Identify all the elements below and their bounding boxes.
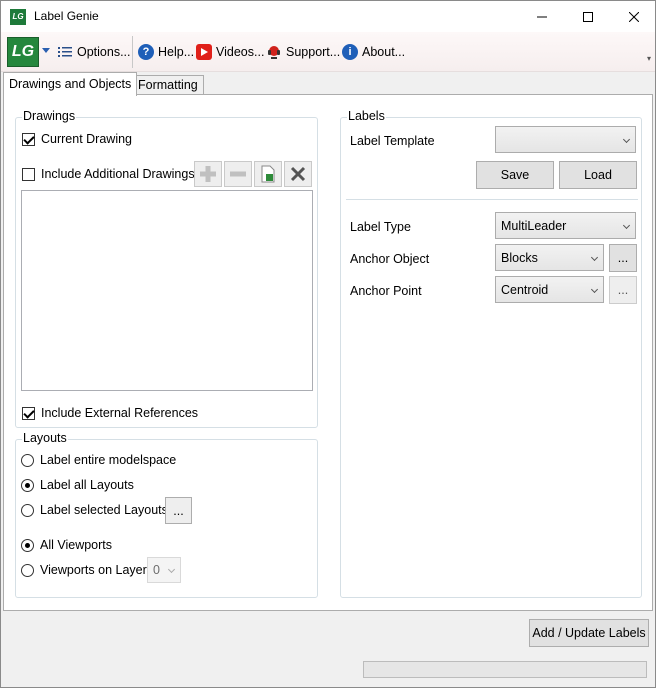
add-drawing-button[interactable] [194, 161, 222, 187]
label-type-label: Label Type [350, 220, 411, 234]
anchor-object-dropdown[interactable]: Blocks [495, 244, 604, 271]
include-external-references-checkbox[interactable]: Include External References [22, 406, 198, 420]
labels-group-title: Labels [347, 109, 386, 123]
anchor-object-browse-button[interactable]: ... [609, 244, 637, 272]
label-template-dropdown[interactable] [495, 126, 636, 153]
add-from-sheetset-button[interactable] [254, 161, 282, 187]
chevron-down-icon [622, 135, 631, 143]
radio-circle [21, 538, 34, 552]
video-play-icon [196, 44, 212, 60]
support-label: Support... [286, 45, 341, 59]
about-button[interactable]: i About... [342, 42, 405, 62]
radio-circle [21, 478, 34, 492]
headset-icon [266, 44, 282, 60]
app-menu-dropdown-icon[interactable] [42, 48, 50, 53]
options-label: Options... [77, 45, 131, 59]
checkbox-box [22, 167, 35, 181]
tab-formatting[interactable]: Formatting [132, 75, 204, 96]
viewports-on-layer-radio[interactable]: Viewports on Layer [21, 563, 147, 577]
label-all-layouts-label: Label all Layouts [40, 478, 134, 492]
label-all-layouts-radio[interactable]: Label all Layouts [21, 478, 134, 492]
label-template-label: Label Template [350, 134, 435, 148]
current-drawing-checkbox[interactable]: Current Drawing [22, 132, 132, 146]
help-label: Help... [158, 45, 195, 59]
all-viewports-label: All Viewports [40, 538, 113, 552]
maximize-icon [583, 11, 593, 22]
x-delete-icon [290, 166, 306, 182]
label-entire-modelspace-label: Label entire modelspace [40, 453, 177, 467]
anchor-object-label: Anchor Object [350, 252, 430, 266]
window-title: Label Genie [34, 9, 99, 23]
remove-drawing-button[interactable] [224, 161, 252, 187]
include-additional-drawings-label: Include Additional Drawings [41, 167, 195, 181]
viewport-layer-value: 0 [153, 563, 160, 577]
additional-drawings-list[interactable] [21, 190, 313, 391]
radio-circle [21, 453, 34, 467]
sheet-file-icon [261, 165, 275, 183]
help-button[interactable]: ? Help... [138, 42, 194, 62]
checkbox-box [22, 406, 35, 420]
tab-strip: Drawings and Objects Formatting [1, 72, 655, 96]
title-bar: LG Label Genie [1, 1, 655, 32]
chevron-down-icon [590, 285, 599, 293]
label-entire-modelspace-radio[interactable]: Label entire modelspace [21, 453, 176, 467]
save-template-button[interactable]: Save [476, 161, 554, 189]
minimize-icon [537, 16, 547, 17]
chevron-down-icon [590, 253, 599, 261]
drawings-group-title: Drawings [22, 109, 77, 123]
layouts-group-title: Layouts [22, 431, 68, 445]
anchor-point-dropdown[interactable]: Centroid [495, 276, 604, 303]
anchor-point-browse-button[interactable]: ... [609, 276, 637, 304]
include-additional-drawings-checkbox[interactable]: Include Additional Drawings [22, 167, 195, 181]
app-window: LG Label Genie LG Options... ? Help... V… [0, 0, 656, 688]
close-icon [629, 11, 639, 22]
chevron-down-icon [167, 565, 176, 574]
tab-drawings-and-objects[interactable]: Drawings and Objects [3, 72, 138, 96]
support-button[interactable]: Support... [266, 42, 340, 62]
clear-drawings-button[interactable] [284, 161, 312, 187]
videos-label: Videos... [216, 45, 265, 59]
progress-bar [363, 661, 647, 678]
help-icon: ? [138, 44, 154, 60]
plus-icon [200, 166, 216, 182]
label-selected-layouts-label: Label selected Layouts [40, 503, 168, 517]
anchor-point-value: Centroid [501, 282, 549, 297]
app-menu-button[interactable]: LG [7, 37, 39, 67]
toolbar: LG Options... ? Help... Videos... Suppor… [1, 32, 655, 72]
include-external-references-label: Include External References [41, 406, 199, 420]
all-viewports-radio[interactable]: All Viewports [21, 538, 112, 552]
anchor-object-value: Blocks [501, 250, 538, 265]
radio-circle [21, 503, 34, 517]
viewport-layer-dropdown[interactable]: 0 [147, 557, 181, 583]
info-icon: i [342, 44, 358, 60]
label-selected-layouts-radio[interactable]: Label selected Layouts [21, 503, 168, 517]
viewports-on-layer-label: Viewports on Layer [40, 563, 147, 577]
load-template-button[interactable]: Load [559, 161, 637, 189]
list-icon [57, 44, 73, 60]
checkbox-box [22, 132, 35, 146]
labels-group: Labels [340, 109, 642, 598]
app-icon: LG [10, 9, 26, 25]
label-type-value: MultiLeader [501, 218, 567, 233]
options-button[interactable]: Options... [57, 42, 131, 62]
current-drawing-label: Current Drawing [41, 132, 133, 146]
radio-circle [21, 563, 34, 577]
maximize-button[interactable] [565, 1, 611, 32]
add-update-labels-button[interactable]: Add / Update Labels [529, 619, 649, 647]
select-layouts-browse-button[interactable]: ... [165, 497, 192, 524]
toolbar-separator [132, 36, 133, 68]
videos-button[interactable]: Videos... [196, 42, 264, 62]
chevron-down-icon [622, 221, 631, 229]
labels-divider [346, 199, 638, 200]
toolbar-overflow-icon[interactable]: ▾ [647, 54, 651, 63]
anchor-point-label: Anchor Point [350, 284, 422, 298]
label-type-dropdown[interactable]: MultiLeader [495, 212, 636, 239]
minimize-button[interactable] [519, 1, 565, 32]
about-label: About... [362, 45, 406, 59]
minus-icon [230, 171, 246, 177]
close-button[interactable] [611, 1, 655, 32]
